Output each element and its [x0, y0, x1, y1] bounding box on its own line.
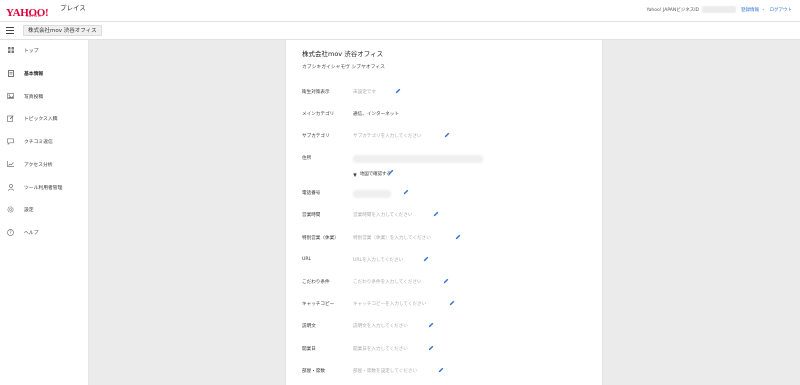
- field-label: 部屋・席数: [302, 369, 325, 374]
- field-label: 開業日: [302, 347, 316, 352]
- register-info-link[interactable]: 登録情報: [741, 7, 759, 13]
- pencil-icon[interactable]: [428, 345, 434, 351]
- field-label: 説明文: [302, 324, 316, 329]
- map-link-label: 地図で確認する: [360, 172, 391, 177]
- sidebar-item-label: ツール利用者管理: [24, 185, 63, 191]
- pencil-icon[interactable]: [403, 189, 409, 195]
- map-pin-icon: [353, 172, 357, 177]
- pencil-icon[interactable]: [395, 88, 401, 94]
- logout-link[interactable]: ログアウト: [770, 7, 793, 13]
- field-label: URL: [302, 257, 312, 262]
- field-row-description: 説明文 説明文を入力してください: [302, 322, 592, 332]
- sidebar-item-basic-info[interactable]: 基本情報: [0, 66, 89, 80]
- field-label: 衛生対策表示: [302, 90, 330, 95]
- field-row-address: 住所 地図で確認する: [302, 154, 592, 180]
- field-value: 未設定です: [353, 90, 376, 95]
- field-label: キャッチコピー: [302, 302, 335, 307]
- field-value: サブカテゴリを入力してください: [353, 134, 422, 139]
- field-value: 開業日を入力してください: [353, 347, 408, 352]
- photo-icon: [7, 93, 14, 100]
- help-icon: ?: [7, 228, 14, 236]
- field-row-url: URL URLを入力してください: [302, 256, 592, 266]
- field-value: URLを入力してください: [353, 258, 404, 263]
- account-area: Yahoo! JAPANビジネスID 登録情報 ・ ログアウト: [647, 6, 792, 13]
- shop-selector[interactable]: 株式会社mov 渋谷オフィス: [23, 25, 102, 36]
- field-value: 通信、インターネット: [353, 112, 399, 117]
- sidebar-item-label: クチコミ返信: [24, 139, 53, 145]
- pencil-icon[interactable]: [449, 300, 455, 306]
- yahoo-logo[interactable]: YAHOO! JAPAN プレイス: [6, 3, 86, 19]
- pencil-icon[interactable]: [443, 278, 449, 284]
- field-row-catchcopy: キャッチコピー キャッチコピーを入力してください: [302, 300, 592, 310]
- sidebar-item-reviews[interactable]: クチコミ返信: [0, 134, 89, 148]
- field-row-sub-category: サブカテゴリ サブカテゴリを入力してください: [302, 132, 592, 142]
- field-value: 特別営業（休業）を入力してください: [353, 236, 431, 241]
- edit-icon: [7, 114, 14, 122]
- sidebar-item-settings[interactable]: 設定: [0, 202, 89, 216]
- field-row-main-category: メインカテゴリ 通信、インターネット: [302, 110, 592, 120]
- blurred-phone: [353, 190, 391, 198]
- sidebar-item-top[interactable]: トップ: [0, 43, 89, 57]
- person-icon: [7, 183, 14, 191]
- sub-header: 株式会社mov 渋谷オフィス: [0, 22, 800, 40]
- field-row-opening-date: 開業日 開業日を入力してください: [302, 345, 592, 355]
- field-row-special-hours: 特別営業（休業） 特別営業（休業）を入力してください: [302, 234, 592, 244]
- field-value: 営業時間を入力してください: [353, 213, 413, 218]
- field-row-covid: 衛生対策表示 未設定です: [302, 88, 592, 98]
- basic-info-panel: 株式会社mov 渋谷オフィス カブシキガイシャモヴ シブヤオフィス 衛生対策表示…: [285, 40, 603, 385]
- business-name: 株式会社mov 渋谷オフィス: [302, 50, 384, 58]
- sidebar-item-label: トピックス入稿: [24, 116, 58, 122]
- sidebar-item-label: 設定: [24, 207, 34, 213]
- field-label: こだわり条件: [302, 280, 330, 285]
- document-icon: [7, 69, 14, 77]
- field-label: サブカテゴリ: [302, 134, 330, 139]
- pencil-icon[interactable]: [433, 211, 439, 217]
- field-row-features: こだわり条件 こだわり条件を入力してください: [302, 278, 592, 288]
- sidebar-item-help[interactable]: ? ヘルプ: [0, 225, 89, 239]
- field-label: 住所: [302, 156, 312, 161]
- gear-icon: [7, 206, 14, 213]
- sidebar-item-analytics[interactable]: アクセス分析: [0, 157, 89, 171]
- sidebar-item-users[interactable]: ツール利用者管理: [0, 180, 89, 194]
- sidebar-item-label: 基本情報: [24, 71, 44, 77]
- field-label: 電話番号: [302, 191, 321, 196]
- grid-icon: [7, 47, 14, 54]
- pencil-icon[interactable]: [423, 256, 429, 262]
- business-id-label: Yahoo! JAPANビジネスID: [646, 7, 699, 13]
- field-value: キャッチコピーを入力してください: [353, 302, 427, 307]
- chart-icon: [7, 161, 14, 168]
- field-value: 説明文を入力してください: [353, 324, 408, 329]
- pencil-icon[interactable]: [444, 132, 450, 138]
- field-row-phone: 電話番号: [302, 189, 592, 199]
- logo-sub-text: JAPAN: [26, 13, 42, 18]
- field-label: 特別営業（休業）: [302, 236, 339, 241]
- sidebar-item-label: 写真投稿: [24, 94, 44, 100]
- field-value: 部屋・席数を設定してください: [353, 369, 418, 374]
- blurred-account-id: [702, 6, 736, 13]
- blurred-address: [353, 155, 483, 163]
- header-separator: ・: [761, 7, 766, 13]
- top-header: YAHOO! JAPAN プレイス Yahoo! JAPANビジネスID 登録情…: [0, 0, 800, 22]
- sidebar-item-photo[interactable]: 写真投稿: [0, 89, 89, 103]
- field-label: メインカテゴリ: [302, 112, 335, 117]
- service-name: プレイス: [60, 4, 86, 12]
- field-row-rooms: 部屋・席数 部屋・席数を設定してください: [302, 367, 592, 377]
- business-kana: カブシキガイシャモヴ シブヤオフィス: [302, 65, 385, 70]
- sidebar-item-label: ヘルプ: [24, 230, 39, 236]
- sidebar-item-topics[interactable]: トピックス入稿: [0, 111, 89, 125]
- map-link[interactable]: 地図で確認する: [353, 171, 391, 177]
- field-row-hours: 営業時間 営業時間を入力してください: [302, 211, 592, 221]
- field-value: こだわり条件を入力してください: [353, 280, 422, 285]
- comment-icon: [7, 137, 14, 145]
- pencil-icon[interactable]: [428, 322, 434, 328]
- menu-icon[interactable]: [6, 27, 14, 34]
- pencil-icon[interactable]: [388, 169, 394, 175]
- field-label: 営業時間: [302, 213, 321, 218]
- pencil-icon[interactable]: [455, 234, 461, 240]
- sidebar: トップ 基本情報 写真投稿 トピックス入稿 クチコミ返信 アクセス分析 ツール利…: [0, 40, 89, 385]
- sidebar-item-label: アクセス分析: [24, 162, 53, 168]
- pencil-icon[interactable]: [438, 367, 444, 373]
- sidebar-item-label: トップ: [24, 48, 39, 54]
